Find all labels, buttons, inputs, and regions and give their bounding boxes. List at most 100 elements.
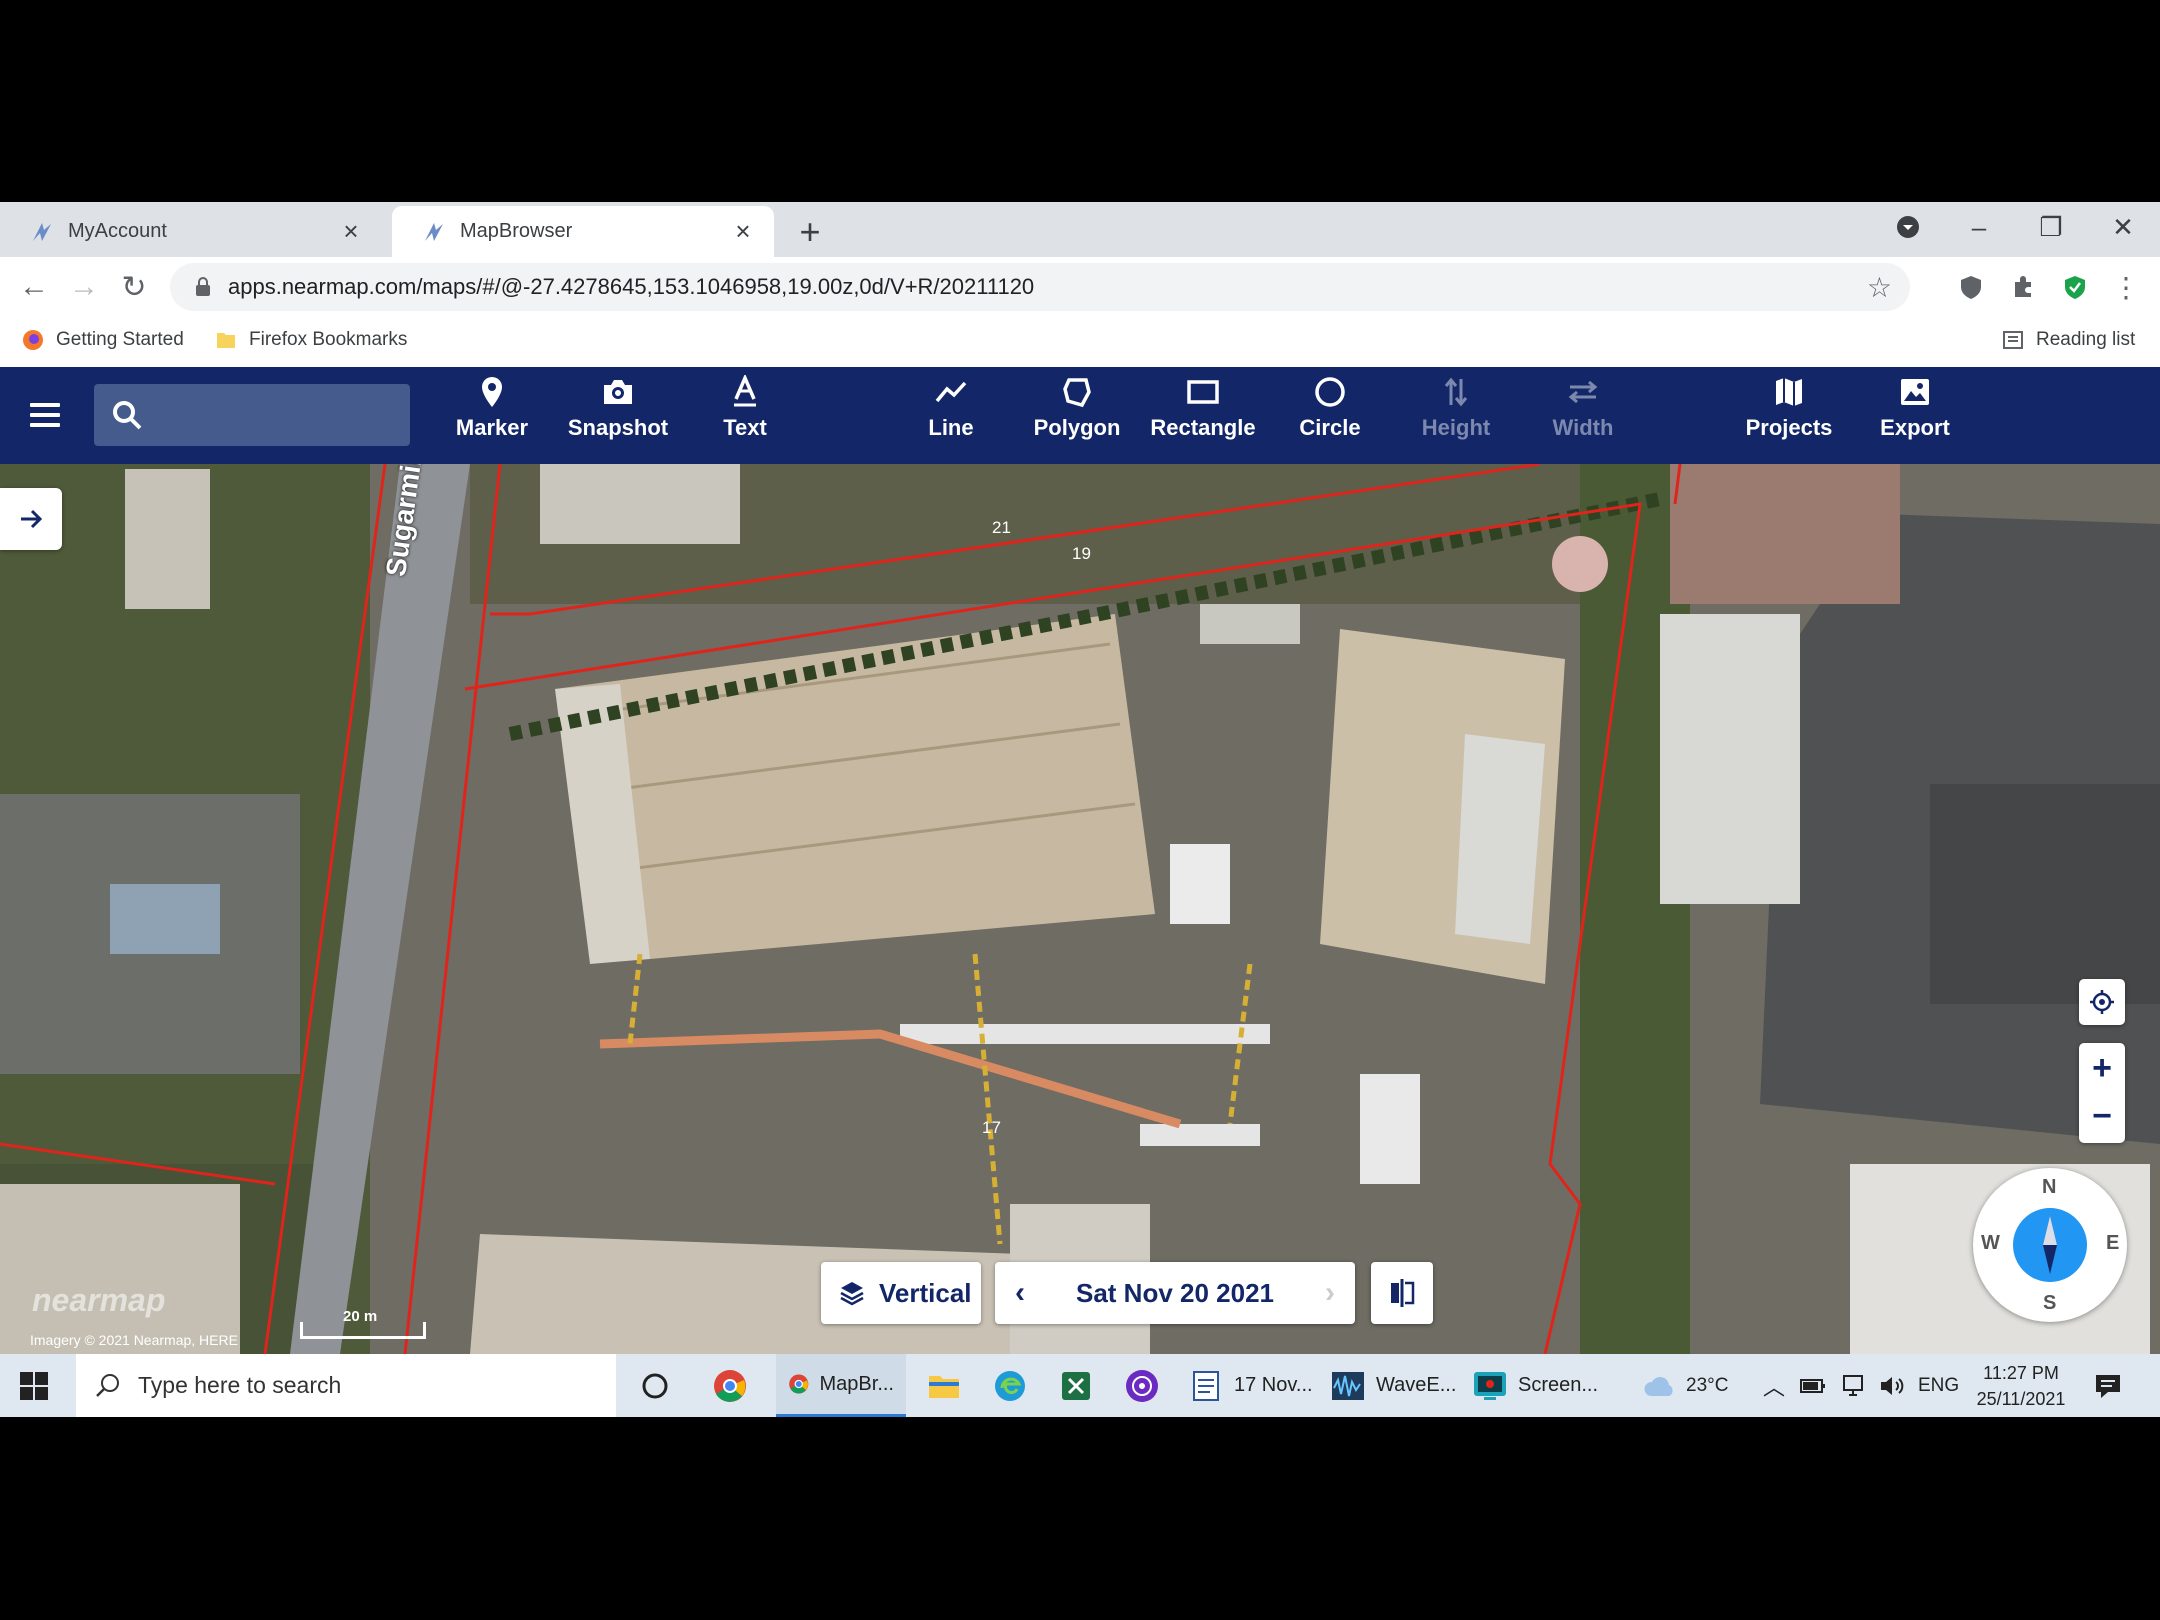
nearmap-favicon-icon: [425, 222, 443, 241]
map-icon: [1776, 378, 1802, 406]
browser-menu-icon[interactable]: ⋮: [2110, 271, 2142, 303]
podcast-taskbar-app[interactable]: [1124, 1354, 1170, 1417]
height-tool[interactable]: Height: [1396, 375, 1516, 457]
cortana-button[interactable]: [640, 1354, 670, 1417]
zoom-controls: + −: [2079, 1043, 2125, 1143]
compass[interactable]: N E S W: [1973, 1168, 2127, 1322]
line-tool[interactable]: Line: [891, 375, 1011, 457]
screen: MyAccount × MapBrowser × + – ❐ ✕ ← → ↻ a…: [0, 202, 2160, 1417]
open-sidebar-button[interactable]: [0, 488, 62, 550]
rectangle-tool[interactable]: Rectangle: [1143, 375, 1263, 457]
tool-label: Polygon: [1033, 415, 1121, 440]
clock-time: 11:27 PM: [1983, 1362, 2059, 1383]
shield-extension-icon[interactable]: [2059, 271, 2091, 303]
browser-tab-strip: MyAccount × MapBrowser × + – ❐ ✕: [0, 202, 2160, 257]
bookmark-label: Firefox Bookmarks: [249, 329, 408, 350]
date-selector: ‹ Sat Nov 20 2021 ›: [995, 1262, 1355, 1324]
search-icon: [113, 401, 142, 430]
bookmark-star-icon[interactable]: ☆: [1867, 271, 1892, 304]
weather-temperature: 23°C: [1686, 1374, 1729, 1396]
previous-date-button[interactable]: ‹: [995, 1276, 1045, 1310]
bookmark-getting-started[interactable]: Getting Started: [22, 329, 184, 351]
chrome-taskbar-app[interactable]: [712, 1354, 758, 1417]
compass-west: W: [1981, 1232, 2000, 1254]
reading-list-button[interactable]: Reading list: [2002, 329, 2135, 351]
line-icon: [935, 381, 967, 403]
view-mode-button[interactable]: Vertical: [821, 1262, 981, 1324]
language-indicator[interactable]: ENG: [1918, 1354, 1959, 1417]
restore-button[interactable]: ❐: [2016, 202, 2086, 252]
adblock-extension-icon[interactable]: [1955, 271, 1987, 303]
width-tool[interactable]: Width: [1523, 375, 1643, 457]
bookmarks-bar: Getting Started Firefox Bookmarks Readin…: [0, 317, 2160, 368]
back-button[interactable]: ←: [14, 267, 54, 307]
edge-taskbar-app[interactable]: [992, 1354, 1038, 1417]
tab-myaccount[interactable]: MyAccount ×: [0, 206, 382, 257]
compare-button[interactable]: [1371, 1262, 1433, 1324]
aerial-map[interactable]: Sugarmill Rd 21 19 17 + − N E S W Vertic…: [0, 464, 2160, 1354]
extensions-puzzle-icon[interactable]: [2007, 271, 2039, 303]
next-date-button[interactable]: ›: [1305, 1276, 1355, 1310]
show-hidden-icons-button[interactable]: ︿: [1763, 1354, 1785, 1417]
export-button[interactable]: Export: [1855, 375, 1975, 457]
hamburger-menu-icon[interactable]: [30, 403, 60, 433]
reload-button[interactable]: ↻: [114, 267, 154, 307]
tool-label: Circle: [1299, 415, 1361, 440]
nearmap-favicon-icon: [33, 222, 51, 241]
reading-list-icon: [2003, 331, 2023, 349]
weather-widget[interactable]: 23°C: [1642, 1354, 1728, 1417]
url-text: apps.nearmap.com/maps/#/@-27.4278645,153…: [228, 274, 1035, 299]
tool-label: Text: [723, 415, 767, 440]
search-input[interactable]: [154, 394, 398, 436]
aerial-imagery: [0, 464, 2160, 1354]
close-window-button[interactable]: ✕: [2088, 202, 2158, 252]
tool-label: Projects: [1745, 415, 1833, 440]
tool-label: Line: [928, 415, 974, 440]
polygon-tool[interactable]: Polygon: [1017, 375, 1137, 457]
zoom-out-button[interactable]: −: [2092, 1093, 2112, 1143]
network-icon[interactable]: [1840, 1354, 1866, 1417]
volume-icon[interactable]: [1878, 1354, 1906, 1417]
mapbrowser-taskbar-app[interactable]: MapBr...: [776, 1354, 906, 1417]
forward-button[interactable]: →: [64, 267, 104, 307]
zoom-in-button[interactable]: +: [2092, 1043, 2112, 1093]
circle-tool[interactable]: Circle: [1270, 375, 1390, 457]
width-icon: [1568, 380, 1598, 404]
search-icon: [96, 1373, 119, 1397]
system-clock[interactable]: 11:27 PM 25/11/2021: [1968, 1354, 2074, 1417]
close-tab-icon[interactable]: ×: [338, 216, 364, 247]
screen-recorder-taskbar-app[interactable]: Screen...: [1472, 1354, 1598, 1417]
locate-me-button[interactable]: [2079, 979, 2125, 1025]
close-tab-icon[interactable]: ×: [730, 216, 756, 247]
wave-editor-taskbar-app[interactable]: WaveE...: [1330, 1354, 1456, 1417]
rectangle-icon: [1187, 380, 1219, 404]
tab-mapbrowser[interactable]: MapBrowser ×: [392, 206, 774, 257]
map-search: [94, 384, 410, 446]
imagery-attribution: Imagery © 2021 Nearmap, HERE: [30, 1332, 238, 1348]
file-explorer-taskbar-app[interactable]: [926, 1354, 972, 1417]
tab-search-icon[interactable]: [1873, 202, 1943, 252]
tool-label: Snapshot: [567, 415, 669, 440]
compass-north: N: [2042, 1176, 2057, 1198]
text-tool[interactable]: Text: [685, 375, 805, 457]
text-icon: [734, 375, 756, 407]
new-tab-button[interactable]: +: [790, 210, 830, 254]
circle-icon: [1315, 377, 1345, 407]
taskbar-app-label: 17 Nov...: [1234, 1374, 1313, 1396]
excel-taskbar-app[interactable]: [1058, 1354, 1104, 1417]
date-label[interactable]: Sat Nov 20 2021: [1045, 1278, 1305, 1309]
snapshot-tool[interactable]: Snapshot: [558, 375, 678, 457]
battery-icon[interactable]: [1800, 1354, 1826, 1417]
notifications-icon[interactable]: [2094, 1354, 2122, 1417]
minimize-button[interactable]: –: [1944, 202, 2014, 252]
view-mode-label: Vertical: [879, 1277, 972, 1308]
layers-icon: [840, 1282, 864, 1306]
word-taskbar-app[interactable]: 17 Nov...: [1188, 1354, 1313, 1417]
compass-needle-icon: [2013, 1208, 2087, 1282]
marker-tool[interactable]: Marker: [432, 375, 552, 457]
address-bar[interactable]: apps.nearmap.com/maps/#/@-27.4278645,153…: [170, 263, 1910, 311]
bookmark-firefox-bookmarks[interactable]: Firefox Bookmarks: [215, 329, 407, 351]
projects-button[interactable]: Projects: [1729, 375, 1849, 457]
taskbar-search[interactable]: Type here to search: [76, 1354, 616, 1417]
windows-start-icon[interactable]: [20, 1372, 48, 1400]
